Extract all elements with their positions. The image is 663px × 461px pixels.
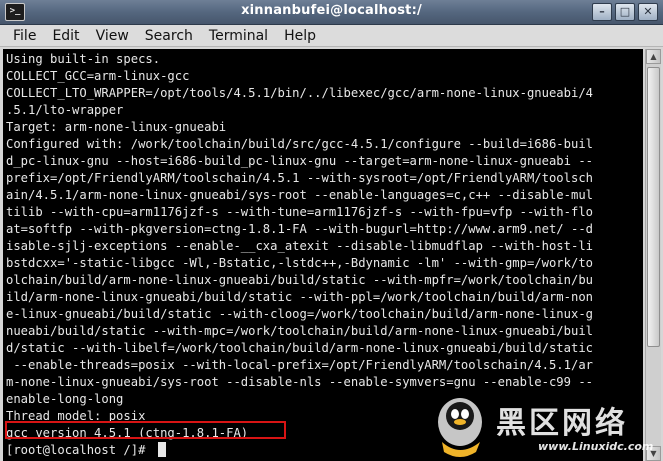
terminal-line: d_pc-linux-gnu --host=i686-build_pc-linu…	[6, 154, 593, 168]
title-bar[interactable]: >_ xinnanbufei@localhost:/ – □ ✕	[0, 0, 663, 25]
text-cursor	[158, 442, 166, 457]
terminal-line: d/static --with-libelf=/work/toolchain/b…	[6, 341, 593, 355]
terminal-line: --enable-threads=posix --with-local-pref…	[6, 358, 593, 372]
terminal-line: e-linux-gnueabi/build/static --with-cloo…	[6, 307, 593, 321]
menu-help[interactable]: Help	[276, 25, 324, 47]
scrollbar-thumb[interactable]	[647, 67, 660, 347]
terminal-line: Using built-in specs.	[6, 52, 161, 66]
vertical-scrollbar[interactable]: ▲ ▼	[645, 49, 661, 461]
terminal-line: COLLECT_GCC=arm-linux-gcc	[6, 69, 190, 83]
terminal-line: prefix=/opt/FriendlyARM/toolschain/4.5.1…	[6, 171, 593, 185]
terminal-line: Target: arm-none-linux-gnueabi	[6, 120, 227, 134]
shell-prompt[interactable]: [root@localhost /]#	[6, 442, 153, 459]
terminal-window: >_ xinnanbufei@localhost:/ – □ ✕ File Ed…	[0, 0, 663, 461]
menu-terminal[interactable]: Terminal	[201, 25, 276, 47]
menu-edit[interactable]: Edit	[44, 25, 87, 47]
window-controls: – □ ✕	[592, 3, 658, 21]
terminal-line: isable-sjlj-exceptions --enable-__cxa_at…	[6, 239, 593, 253]
terminal-line: tilib --with-cpu=arm1176jzf-s --with-tun…	[6, 205, 593, 219]
menu-bar: File Edit View Search Terminal Help	[0, 25, 663, 47]
highlight-annotation-box	[5, 421, 286, 439]
minimize-button[interactable]: –	[592, 3, 612, 21]
terminal-line: Configured with: /work/toolchain/build/s…	[6, 137, 593, 151]
maximize-button[interactable]: □	[615, 3, 635, 21]
scroll-up-arrow-icon[interactable]: ▲	[646, 49, 661, 64]
menu-file[interactable]: File	[5, 25, 44, 47]
menu-search[interactable]: Search	[137, 25, 201, 47]
terminal-line: at=softfp --with-pkgversion=ctng-1.8.1-F…	[6, 222, 593, 236]
terminal-line: bstdcxx='-static-libgcc -Wl,-Bstatic,-ls…	[6, 256, 593, 270]
terminal-output[interactable]: Using built-in specs. COLLECT_GCC=arm-li…	[3, 49, 643, 461]
terminal-line: nueabi/build/static --with-mpc=/work/too…	[6, 324, 593, 338]
terminal-line: olchain/build/arm-none-linux-gnueabi/bui…	[6, 273, 593, 287]
scroll-down-arrow-icon[interactable]: ▼	[646, 446, 661, 461]
menu-view[interactable]: View	[88, 25, 137, 47]
terminal-line: ild/arm-none-linux-gnueabi/build/static …	[6, 290, 593, 304]
close-button[interactable]: ✕	[638, 3, 658, 21]
terminal-line: m-none-linux-gnueabi/sys-root --disable-…	[6, 375, 593, 389]
window-title: xinnanbufei@localhost:/	[241, 3, 422, 18]
terminal-line: .5.1/lto-wrapper	[6, 103, 124, 117]
terminal-line: enable-long-long	[6, 392, 124, 406]
terminal-line: COLLECT_LTO_WRAPPER=/opt/tools/4.5.1/bin…	[6, 86, 593, 100]
terminal-line: ain/4.5.1/arm-none-linux-gnueabi/sys-roo…	[6, 188, 593, 202]
